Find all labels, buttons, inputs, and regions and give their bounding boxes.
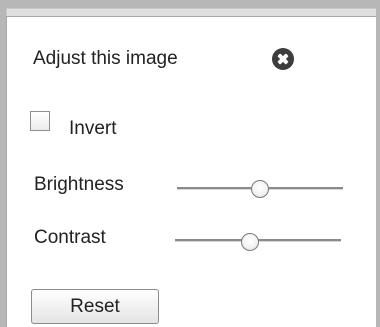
- brightness-label: Brightness: [34, 174, 124, 195]
- panel-top-border: [6, 8, 376, 16]
- invert-label: Invert: [69, 118, 117, 139]
- reset-button[interactable]: Reset: [31, 289, 159, 324]
- contrast-slider-thumb[interactable]: [240, 233, 259, 251]
- close-icon[interactable]: [272, 48, 294, 70]
- brightness-slider-thumb[interactable]: [251, 180, 269, 198]
- invert-checkbox[interactable]: [30, 111, 50, 131]
- dialog-title: Adjust this image: [33, 48, 178, 69]
- contrast-label: Contrast: [34, 227, 106, 248]
